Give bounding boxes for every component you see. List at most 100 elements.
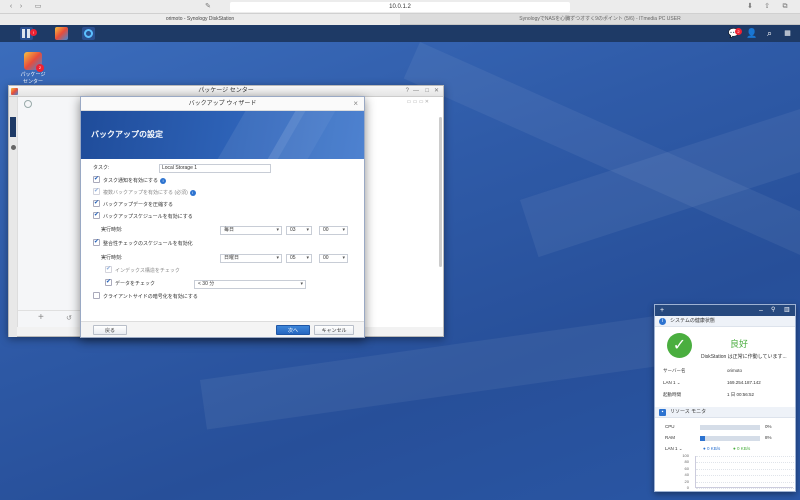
address-bar[interactable]: 10.0.1.2 <box>230 2 570 12</box>
integrity-day-select[interactable]: 日曜日 ▾ <box>220 254 282 263</box>
tab-title: SynologyでNASを心臓ずつオすく9のポイント (5/6) - ITmed… <box>519 16 681 22</box>
integrity-schedule-option[interactable]: 整合性チェックのスケジュールを有効化 <box>93 238 193 249</box>
compress-checkbox[interactable] <box>93 199 100 208</box>
help-icon[interactable]: ? <box>406 86 409 97</box>
chart-tick-label: 0 <box>686 485 689 490</box>
close-icon[interactable]: × <box>353 97 358 111</box>
package-center-side-strip <box>9 97 17 337</box>
download-rate: ● 0 KB/s <box>733 446 751 451</box>
chevron-down-icon: ▾ <box>306 255 309 261</box>
history-icon[interactable]: ↺ <box>66 314 72 322</box>
integrity-hour-value: 05 <box>290 255 296 261</box>
schedule-hour-value: 03 <box>290 227 296 233</box>
share-icon[interactable]: ⇧ <box>762 2 772 11</box>
search-icon[interactable]: ⌕ <box>764 28 775 39</box>
backup-taskbar-icon[interactable] <box>82 27 95 40</box>
data-check-checkbox[interactable] <box>105 278 112 287</box>
integrity-schedule-checkbox[interactable] <box>93 238 100 247</box>
package-center-scrollbar[interactable] <box>439 117 442 267</box>
multi-version-label: 複数バックアップを有効にする (必須) <box>103 190 188 196</box>
close-icon[interactable]: ✕ <box>434 86 439 97</box>
notification-badge: 2 <box>735 28 742 35</box>
uptime-label: 起動時間 <box>663 392 681 397</box>
user-icon[interactable]: 👤 <box>746 28 757 39</box>
add-widget-icon[interactable]: + <box>660 305 664 316</box>
info-icon: i <box>659 318 666 325</box>
notify-checkbox[interactable] <box>93 175 100 184</box>
tabs-icon[interactable]: ⧉ <box>780 2 790 11</box>
chevron-down-icon: ▾ <box>276 255 279 261</box>
schedule-day-value: 毎日 <box>224 227 235 233</box>
wizard-banner: バックアップの設定 <box>81 111 364 159</box>
cancel-button[interactable]: キャンセル <box>314 325 354 335</box>
compress-option[interactable]: バックアップデータを圧縮する <box>93 199 173 210</box>
minimize-icon[interactable]: — <box>413 86 419 97</box>
chevron-down-icon: ▾ <box>300 281 303 287</box>
schedule-day-select[interactable]: 毎日 ▾ <box>220 226 282 235</box>
wizard-body: タスク: Local Storage 1 タスク通知を有効にするi 複数バックア… <box>81 159 364 323</box>
maximize-icon[interactable]: □ <box>425 86 429 97</box>
package-center-taskbar-icon[interactable] <box>55 27 68 40</box>
data-check-label: データをチェック <box>115 281 156 287</box>
server-name-value: orimoto <box>727 368 743 373</box>
schedule-label: バックアップスケジュールを有効にする <box>103 214 193 220</box>
data-check-duration-value: < 30 分 <box>198 281 215 287</box>
multi-version-option: 複数バックアップを有効にする (必須)i <box>93 187 196 198</box>
integrity-hour-select[interactable]: 05 ▾ <box>286 254 312 263</box>
package-center-nav: + ↺ <box>18 97 84 327</box>
desktop-package-center-icon[interactable]: 2 パッケージ センター <box>18 52 48 85</box>
download-icon[interactable]: ⬇ <box>745 2 755 11</box>
chart-tick-label: 80 <box>684 459 689 465</box>
next-button[interactable]: 次へ <box>276 325 310 335</box>
client-encrypt-option[interactable]: クライアントサイドの暗号化を有効にする <box>93 292 198 302</box>
notify-label: タスク通知を有効にする <box>103 178 159 184</box>
back-icon[interactable]: ‹ <box>6 2 16 11</box>
edit-icon[interactable]: ✎ <box>202 2 214 11</box>
data-check-duration-select[interactable]: < 30 分 ▾ <box>194 280 306 289</box>
integrity-minute-select[interactable]: 00 ▾ <box>319 254 348 263</box>
schedule-checkbox[interactable] <box>93 211 100 220</box>
lan-label[interactable]: LAN 1 ⌄ <box>663 380 681 386</box>
sidebar-icon[interactable]: ▭ <box>32 2 44 11</box>
chart-gridline <box>696 488 794 489</box>
wizard-titlebar[interactable]: バックアップ ウィザード × <box>81 97 364 111</box>
minimize-icon[interactable]: – <box>759 305 763 316</box>
chart-gridline <box>696 456 794 457</box>
info-icon[interactable]: i <box>189 189 196 196</box>
client-encrypt-checkbox[interactable] <box>93 292 100 300</box>
task-name-input[interactable]: Local Storage 1 <box>159 164 271 173</box>
chart-gridline <box>696 481 794 483</box>
widgets-icon[interactable]: ▥ <box>784 305 790 316</box>
package-center-title: パッケージ センター <box>198 88 254 94</box>
widgets-icon[interactable]: ▦ <box>782 28 793 39</box>
multi-version-checkbox <box>93 187 100 196</box>
schedule-hour-select[interactable]: 03 ▾ <box>286 226 312 235</box>
tab-itmedia[interactable]: SynologyでNASを心臓ずつオすく9のポイント (5/6) - ITmed… <box>400 14 800 25</box>
ram-label: RAM <box>665 435 675 440</box>
chart-tick-label: 40 <box>684 472 689 478</box>
checkmark-icon: ✓ <box>667 333 692 358</box>
download-value: 0 KB/s <box>736 446 751 451</box>
back-button[interactable]: 戻る <box>93 325 127 335</box>
integrity-schedule-label: 整合性チェックのスケジュールを有効化 <box>103 241 193 247</box>
taskbar-badge: ! <box>30 29 37 36</box>
schedule-minute-select[interactable]: 00 ▾ <box>319 226 348 235</box>
wizard-footer: 戻る 次へ キャンセル <box>81 321 364 337</box>
network-chart <box>695 456 794 489</box>
pin-icon[interactable]: ⚲ <box>771 305 775 316</box>
lan-resource-label[interactable]: LAN 1 ⌄ <box>665 446 683 452</box>
upload-rate: ● 0 KB/s <box>703 446 721 451</box>
cpu-label: CPU <box>665 424 675 429</box>
info-icon[interactable]: i <box>160 177 167 184</box>
chart-gridline <box>696 468 794 470</box>
tab-diskstation[interactable]: orimoto - Synology DiskStation <box>0 14 400 25</box>
data-check-option[interactable]: データをチェック <box>105 278 156 289</box>
notify-option[interactable]: タスク通知を有効にするi <box>93 175 167 186</box>
schedule-option[interactable]: バックアップスケジュールを有効にする <box>93 211 193 222</box>
forward-icon[interactable]: › <box>16 2 26 11</box>
monitor-icon: ▪ <box>659 409 666 416</box>
widget-panel: + – ⚲ ▥ i システムの健康状態 ✓ 良好 DiskStation は正常… <box>654 304 796 492</box>
settings-gear-icon[interactable] <box>24 100 32 108</box>
index-check-option: インデックス構造をチェック <box>105 265 180 276</box>
add-icon[interactable]: + <box>38 312 44 323</box>
